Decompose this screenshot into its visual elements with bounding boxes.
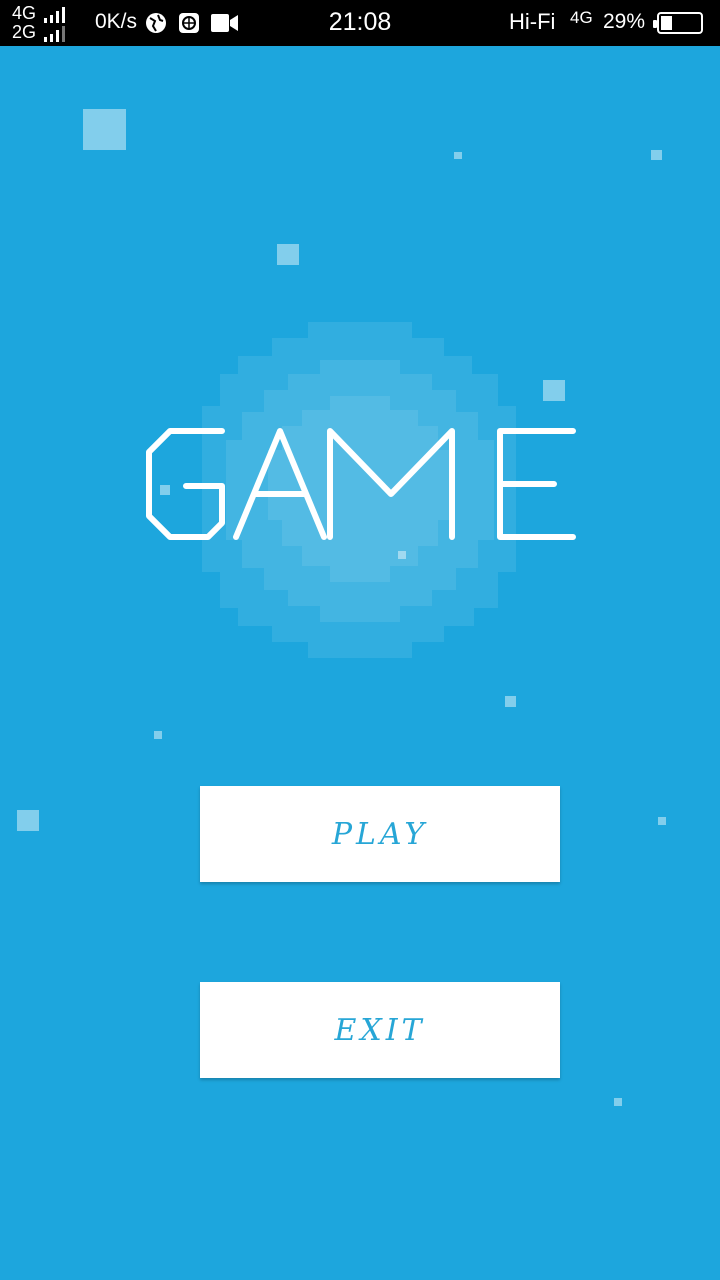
pixel-particle [651,150,662,160]
pixel-particle [277,244,299,265]
play-button-label: PLAY [331,816,429,852]
pixel-particle [658,817,666,825]
exit-button-label: EXIT [334,1012,426,1048]
pixel-particle [505,696,516,707]
exit-button[interactable]: EXIT [200,982,560,1078]
pixel-particle [398,551,406,559]
pixel-particle [454,152,462,159]
pixel-halo [202,322,516,658]
pixel-particle [543,380,565,401]
pixel-particle [17,810,39,831]
pixel-particle [614,1098,622,1106]
pixel-particle [83,109,126,150]
play-button[interactable]: PLAY [200,786,560,882]
game-title-logo [146,428,576,540]
pixel-particle [154,731,162,739]
